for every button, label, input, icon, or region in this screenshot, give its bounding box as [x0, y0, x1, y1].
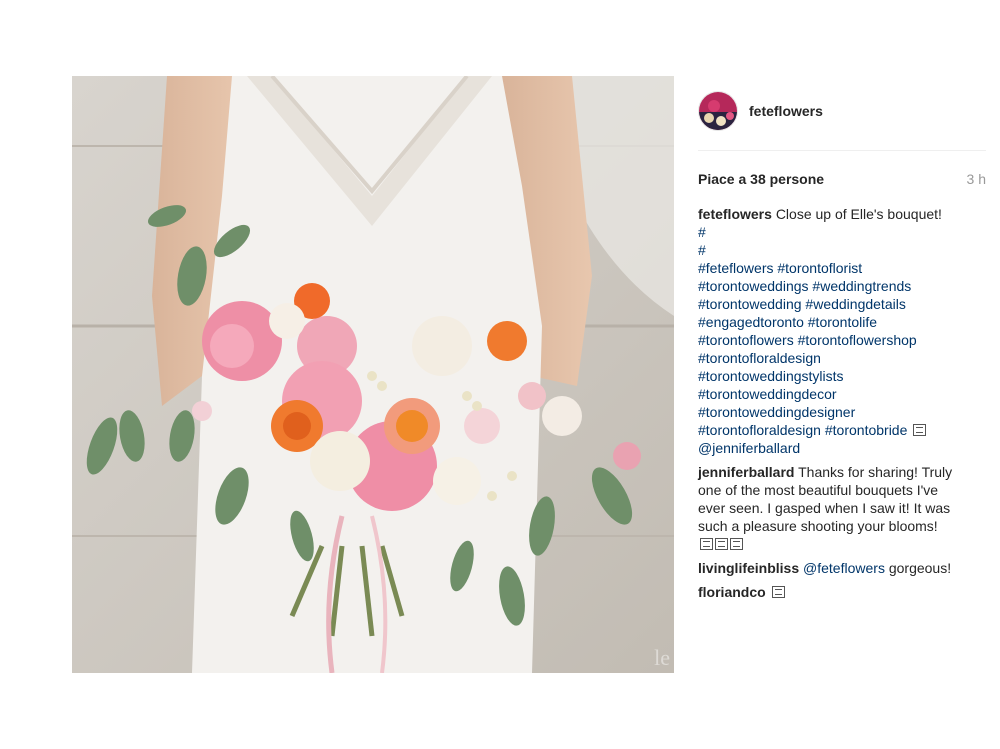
- hashtag-link[interactable]: #torontoweddingstylists: [698, 367, 986, 385]
- caption-username[interactable]: feteflowers: [698, 206, 772, 222]
- comment: livinglifeinbliss @feteflowers gorgeous!: [698, 559, 986, 577]
- hashtag-link[interactable]: #torontoflorist: [777, 260, 862, 276]
- comment-text: one of the most beautiful bouquets I've: [698, 482, 939, 498]
- likes-row: Piace a 38 persone 3 h: [698, 171, 986, 187]
- hashtag-link[interactable]: #engagedtoronto: [698, 314, 804, 330]
- mention-link[interactable]: @feteflowers: [803, 560, 885, 576]
- hashtag-link[interactable]: #torontofloraldesign: [698, 349, 986, 367]
- author-username[interactable]: feteflowers: [749, 103, 823, 119]
- comments-list: feteflowers Close up of Elle's bouquet! …: [698, 205, 986, 601]
- hashtag-link[interactable]: #weddingtrends: [812, 278, 911, 294]
- post-header: feteflowers: [698, 90, 986, 132]
- comment-text: ever seen. I gasped when I saw it! It wa…: [698, 500, 951, 516]
- hashtag-link[interactable]: #torontolife: [808, 314, 877, 330]
- post-sidebar: feteflowers Piace a 38 persone 3 h fetef…: [698, 90, 986, 607]
- hashtag-link[interactable]: #torontobride: [825, 422, 908, 438]
- caption-hash[interactable]: #: [698, 223, 986, 241]
- hashtag-link[interactable]: #weddingdetails: [805, 296, 905, 312]
- likes-count[interactable]: Piace a 38 persone: [698, 171, 824, 187]
- hashtag-link[interactable]: #torontoweddings: [698, 278, 809, 294]
- mention-link[interactable]: @jenniferballard: [698, 439, 986, 457]
- hashtag-link[interactable]: #feteflowers: [698, 260, 773, 276]
- emoji-icon: [730, 538, 743, 550]
- emoji-icon: [771, 586, 785, 598]
- header-divider: [698, 150, 986, 151]
- hashtag-link[interactable]: #torontofloraldesign: [698, 422, 821, 438]
- post-photo[interactable]: le: [72, 76, 674, 673]
- hashtag-link[interactable]: #torontoflowershop: [798, 332, 917, 348]
- comment: jenniferballard Thanks for sharing! Trul…: [698, 463, 986, 553]
- hashtag-link[interactable]: #torontoweddingdesigner: [698, 403, 986, 421]
- comment: floriandco: [698, 583, 986, 601]
- comment-username[interactable]: floriandco: [698, 584, 766, 600]
- comment-username[interactable]: livinglifeinbliss: [698, 560, 799, 576]
- hashtag-link[interactable]: #torontowedding: [698, 296, 802, 312]
- comment-text: Thanks for sharing! Truly: [798, 464, 953, 480]
- avatar[interactable]: [698, 91, 738, 131]
- post-time[interactable]: 3 h: [967, 171, 986, 187]
- emoji-icon: [700, 538, 713, 550]
- emoji-icon: [715, 538, 728, 550]
- comment-text: gorgeous!: [888, 560, 952, 576]
- hashtag-link[interactable]: #torontoweddingdecor: [698, 385, 986, 403]
- bouquet-photo: [72, 76, 674, 673]
- comment-username[interactable]: jenniferballard: [698, 464, 794, 480]
- emoji-icon: [913, 424, 927, 436]
- hashtag-link[interactable]: #torontoflowers: [698, 332, 794, 348]
- caption-text: Close up of Elle's bouquet!: [775, 206, 942, 222]
- caption-hash[interactable]: #: [698, 241, 986, 259]
- caption: feteflowers Close up of Elle's bouquet! …: [698, 205, 986, 457]
- photo-watermark: le: [654, 645, 670, 670]
- comment-text: such a pleasure shooting your blooms!: [698, 518, 938, 534]
- avatar-flowers-icon: [699, 92, 737, 130]
